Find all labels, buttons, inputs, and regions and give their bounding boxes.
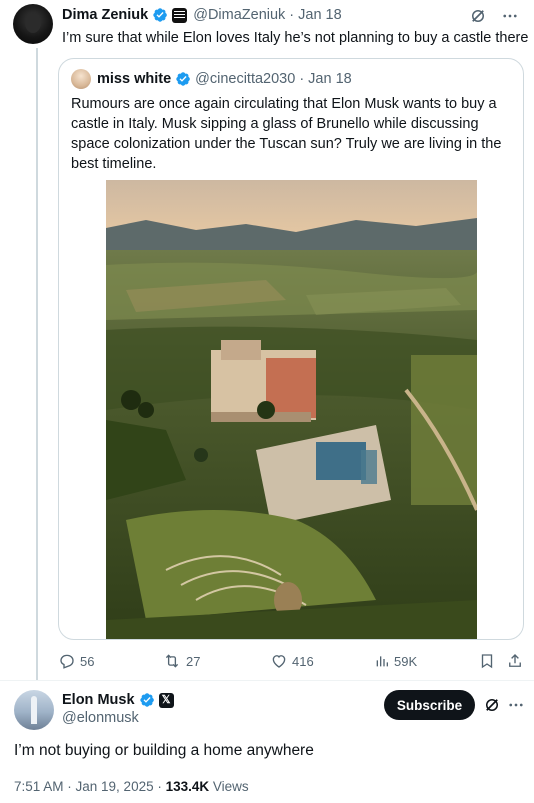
author-name[interactable]: Dima Zeniuk — [62, 7, 148, 23]
like-count: 416 — [292, 653, 314, 669]
avatar[interactable] — [13, 4, 53, 44]
affiliate-badge-icon[interactable] — [172, 7, 188, 23]
author-handle[interactable]: @DimaZeniuk — [193, 7, 285, 23]
reply-button[interactable]: 56 — [58, 650, 94, 672]
verified-icon — [153, 8, 168, 22]
quoted-avatar — [71, 69, 91, 89]
author-handle[interactable]: @elonmusk — [62, 710, 139, 726]
reply-icon — [60, 654, 74, 669]
quoted-tweet-text: Rumours are once again circulating that … — [71, 96, 502, 172]
tweet-header: Dima Zeniuk @DimaZeniuk · Jan 18 — [62, 7, 342, 23]
author-name-row: Elon Musk 𝕏 — [62, 692, 174, 708]
tweet-date[interactable]: · Jan 18 — [289, 7, 341, 23]
bookmark-icon — [481, 654, 493, 669]
views-icon — [376, 656, 388, 667]
like-icon — [272, 655, 286, 668]
bookmark-button[interactable] — [478, 650, 496, 672]
castle-aerial-photo[interactable] — [106, 180, 477, 639]
divider — [0, 680, 534, 681]
quoted-tweet[interactable]: miss white @cinecitta2030 · Jan 18 Rumou… — [58, 58, 524, 640]
grok-icon[interactable] — [482, 695, 502, 715]
repost-button[interactable]: 27 — [162, 650, 200, 672]
timestamp[interactable]: 7:51 AM · Jan 19, 2025 · — [14, 779, 166, 794]
repost-count: 27 — [186, 653, 201, 669]
quoted-author-name: miss white — [97, 71, 172, 87]
views-label: Views — [209, 779, 249, 794]
quoted-author-handle: @cinecitta2030 — [195, 71, 296, 87]
share-button[interactable] — [506, 650, 524, 672]
share-icon — [509, 654, 521, 667]
tweet-meta: 7:51 AM · Jan 19, 2025 · 133.4K Views — [14, 779, 249, 794]
more-icon[interactable] — [500, 6, 520, 26]
subscribe-button[interactable]: Subscribe — [384, 690, 475, 720]
views-count: 59K — [394, 653, 418, 669]
verified-icon — [176, 72, 190, 86]
x-logo-icon[interactable]: 𝕏 — [158, 692, 174, 708]
reply-count: 56 — [80, 653, 95, 669]
views-button[interactable]: 59K — [374, 650, 417, 672]
like-button[interactable]: 416 — [270, 650, 314, 672]
tweet-text: I’m not buying or building a home anywhe… — [14, 742, 314, 759]
tweet-actions: 56 27 416 59K — [58, 650, 524, 672]
views-count: 133.4K — [165, 779, 210, 794]
verified-icon — [139, 693, 154, 707]
avatar[interactable] — [14, 690, 54, 730]
more-icon[interactable] — [506, 695, 526, 715]
quoted-tweet-date: · Jan 18 — [299, 71, 352, 87]
parent-tweet[interactable]: Dima Zeniuk @DimaZeniuk · Jan 18 I’m sur… — [0, 0, 534, 684]
tweet-text: I’m sure that while Elon loves Italy he’… — [62, 30, 529, 46]
author-name[interactable]: Elon Musk — [62, 692, 135, 708]
repost-icon — [165, 654, 179, 668]
quoted-tweet-header: miss white @cinecitta2030 · Jan 18 — [71, 69, 352, 89]
grok-icon[interactable] — [468, 6, 488, 26]
